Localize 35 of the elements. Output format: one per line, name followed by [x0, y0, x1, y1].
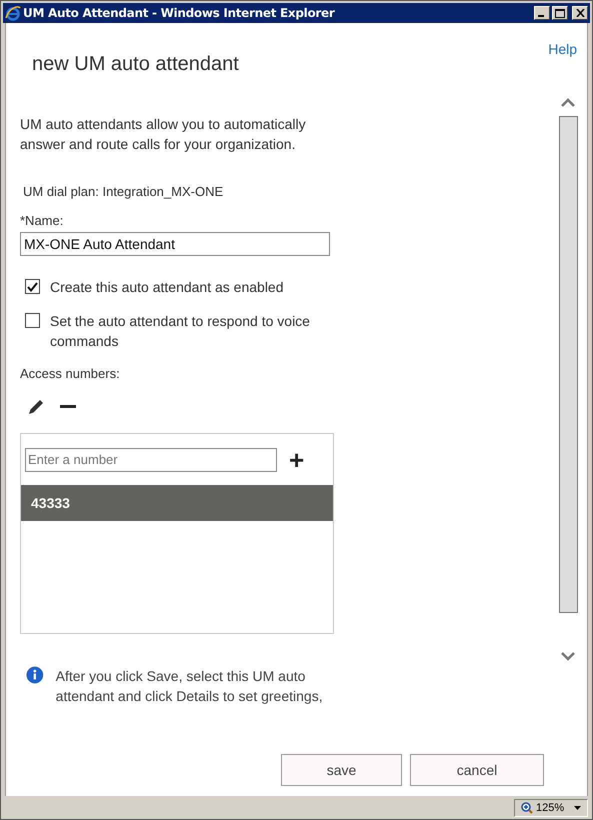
- maximize-button[interactable]: [552, 6, 568, 20]
- access-numbers-label: Access numbers:: [20, 366, 121, 381]
- number-field[interactable]: Enter a number: [25, 448, 277, 472]
- cancel-button[interactable]: cancel: [410, 754, 544, 786]
- name-field[interactable]: MX-ONE Auto Attendant: [20, 232, 330, 256]
- browser-logo-icon: [5, 5, 21, 21]
- window-title: UM Auto Attendant - Windows Internet Explorer: [23, 6, 336, 20]
- close-icon: [576, 9, 584, 17]
- zoom-control[interactable]: 125%: [514, 798, 588, 816]
- pencil-icon[interactable]: [26, 397, 46, 417]
- checkbox-label: Create this auto attendant as enabled: [50, 278, 285, 297]
- checkbox-label: Set the auto attendant to respond to voice commands: [50, 312, 311, 351]
- maximize-icon: [555, 8, 565, 18]
- close-button[interactable]: [572, 6, 588, 20]
- checkbox[interactable]: [25, 313, 40, 328]
- description-text: UM auto attendants allow you to automatically answer and route calls for your organization.: [20, 115, 307, 154]
- help-link[interactable]: Help: [548, 41, 577, 57]
- dropdown-caret-icon: [574, 806, 581, 810]
- dial-plan-text: UM dial plan: Integration_MX-ONE: [23, 184, 224, 199]
- zoom-icon: [521, 802, 533, 814]
- add-button[interactable]: +: [285, 448, 308, 472]
- scrollbar-thumb[interactable]: [558, 116, 578, 613]
- minimize-button[interactable]: [534, 6, 550, 20]
- dialog-heading: new UM auto attendant: [32, 53, 240, 76]
- minus-icon[interactable]: [60, 405, 76, 409]
- scroll-up-icon[interactable]: [560, 98, 576, 108]
- checkmark-icon: [27, 282, 38, 292]
- info-icon: [26, 666, 44, 684]
- checkbox[interactable]: [25, 279, 40, 294]
- save-button[interactable]: save: [281, 754, 402, 786]
- name-label: *Name:: [20, 213, 64, 228]
- info-text: After you click Save, select this UM auto attendant and click Details to set greetings,: [56, 667, 324, 706]
- access-number-item[interactable]: 43333: [21, 485, 333, 521]
- zoom-level: 125%: [536, 802, 564, 814]
- scroll-down-icon[interactable]: [560, 651, 576, 661]
